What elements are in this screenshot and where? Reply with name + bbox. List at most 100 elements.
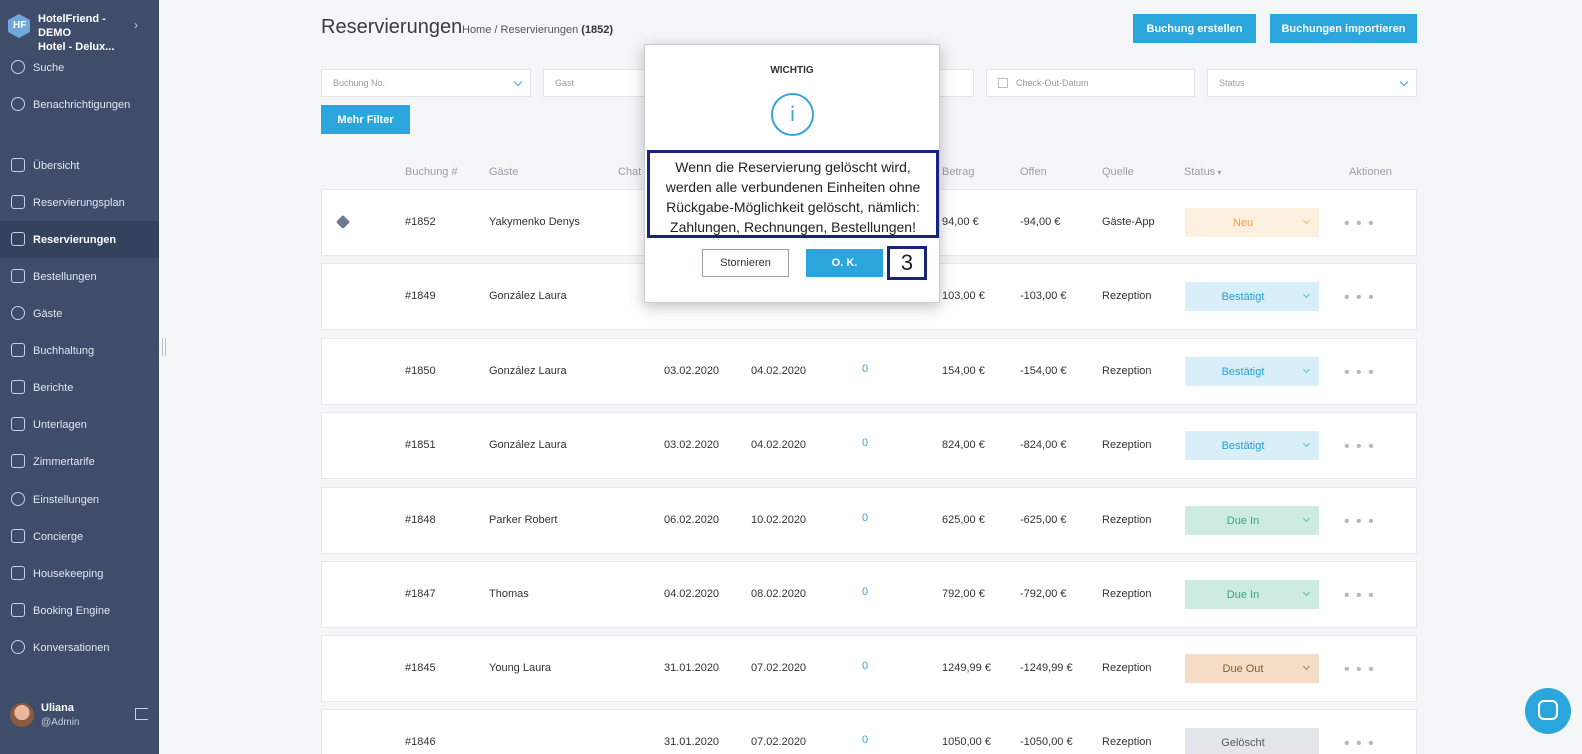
checkout-date: 07.02.2020 (751, 662, 807, 674)
status-select[interactable]: Due Out (1185, 654, 1319, 683)
import-bookings-button[interactable]: Buchungen importieren (1270, 14, 1417, 43)
checkout-date: 04.02.2020 (751, 439, 807, 451)
guest-name[interactable]: González Laura (489, 365, 567, 377)
more-actions-icon[interactable]: • • • (1344, 364, 1375, 382)
sidebar-item-benachrichtigungen[interactable]: Benachrichtigungen (0, 86, 159, 123)
checkin-date-filter[interactable] (938, 69, 974, 97)
browser-icon (11, 603, 25, 617)
clipboard-icon (11, 232, 25, 246)
column-header-guests[interactable]: Gäste (489, 166, 518, 178)
sidebar-item-gäste[interactable]: Gäste (0, 295, 159, 332)
sidebar-item-concierge[interactable]: Concierge (0, 518, 159, 555)
support-chat-button[interactable] (1525, 688, 1571, 734)
booking-id[interactable]: #1849 (405, 290, 436, 302)
booking-id[interactable]: #1847 (405, 588, 436, 600)
more-actions-icon[interactable]: • • • (1344, 438, 1375, 456)
checkout-date-filter[interactable]: Check-Out-Datum (986, 69, 1195, 97)
amount: 94,00 € (942, 216, 979, 228)
sidebar-item-suche[interactable]: Suche (0, 49, 159, 86)
column-header-source[interactable]: Quelle (1102, 166, 1134, 178)
sidebar-item-übersicht[interactable]: Übersicht (0, 147, 159, 184)
status-select[interactable]: Due In (1185, 506, 1319, 535)
sidebar-item-reservierungsplan[interactable]: Reservierungsplan (0, 184, 159, 221)
sidebar-item-berichte[interactable]: Berichte (0, 369, 159, 406)
sidebar-item-bestellungen[interactable]: Bestellungen (0, 258, 159, 295)
booking-id[interactable]: #1852 (405, 216, 436, 228)
sidebar-item-konversationen[interactable]: Konversationen (0, 629, 159, 666)
guest-name[interactable]: González Laura (489, 439, 567, 451)
calculator-icon (11, 343, 25, 357)
create-booking-button[interactable]: Buchung erstellen (1133, 14, 1256, 43)
more-actions-icon[interactable]: • • • (1344, 513, 1375, 531)
booking-id[interactable]: #1850 (405, 365, 436, 377)
sidebar-item-unterlagen[interactable]: Unterlagen (0, 406, 159, 443)
guest-name[interactable]: Yakymenko Denys (489, 216, 580, 228)
chat-count[interactable]: 0 (862, 586, 868, 598)
more-filter-button[interactable]: Mehr Filter (321, 105, 410, 134)
more-actions-icon[interactable]: • • • (1344, 735, 1375, 753)
status-select[interactable]: Gelöscht (1185, 728, 1319, 754)
breadcrumb-home[interactable]: Home (462, 24, 491, 36)
column-header-amount[interactable]: Betrag (942, 166, 974, 178)
table-row[interactable]: #1847 Thomas 04.02.2020 08.02.2020 0 792,00 €… (321, 561, 1417, 628)
source: Rezeption (1102, 662, 1152, 674)
table-row[interactable]: #1846 31.01.2020 07.02.2020 0 1050,00 € -1050… (321, 709, 1417, 754)
status-select[interactable]: Bestätigt (1185, 282, 1319, 311)
cancel-button[interactable]: Stornieren (702, 249, 789, 277)
sidebar-item-housekeeping[interactable]: Housekeeping (0, 555, 159, 592)
status-label: Bestätigt (1221, 290, 1265, 303)
table-row[interactable]: #1850 González Laura 03.02.2020 04.02.2020 0… (321, 338, 1417, 405)
chat-count[interactable]: 0 (862, 437, 868, 449)
breadcrumb-separator: / (494, 24, 498, 36)
chevron-right-icon: › (134, 18, 138, 32)
logout-icon[interactable] (135, 708, 148, 720)
column-header-booking[interactable]: Buchung # (405, 166, 458, 178)
sidebar-item-label: Konversationen (33, 641, 110, 654)
chat-count[interactable]: 0 (862, 512, 868, 524)
guest-name[interactable]: Parker Robert (489, 514, 557, 526)
checkout-date: 07.02.2020 (751, 736, 807, 748)
guest-filter[interactable]: Gast (543, 69, 653, 97)
chat-count[interactable]: 0 (862, 734, 868, 746)
guest-name[interactable]: Young Laura (489, 662, 551, 674)
booking-id[interactable]: #1846 (405, 736, 436, 748)
table-row[interactable]: #1851 González Laura 03.02.2020 04.02.2020 0… (321, 412, 1417, 479)
sidebar-item-booking-engine[interactable]: Booking Engine (0, 592, 159, 629)
sidebar-item-buchhaltung[interactable]: Buchhaltung (0, 332, 159, 369)
hotel-switcher[interactable]: HF HotelFriend - DEMO Hotel - Delux... › (0, 0, 159, 53)
chat-count[interactable]: 0 (862, 363, 868, 375)
info-icon: i (771, 93, 814, 136)
sidebar-item-einstellungen[interactable]: Einstellungen (0, 481, 159, 518)
column-header-open[interactable]: Offen (1020, 166, 1047, 178)
status-filter[interactable]: Status (1207, 69, 1417, 97)
status-placeholder: Status (1219, 78, 1245, 88)
status-select[interactable]: Due In (1185, 580, 1319, 609)
source: Rezeption (1102, 365, 1152, 377)
guest-name[interactable]: Thomas (489, 588, 529, 600)
sidebar-resize-handle[interactable] (162, 338, 166, 356)
chat-count[interactable]: 0 (862, 660, 868, 672)
booking-id[interactable]: #1851 (405, 439, 436, 451)
status-select[interactable]: Bestätigt (1185, 357, 1319, 386)
sidebar-item-label: Benachrichtigungen (33, 98, 131, 111)
more-actions-icon[interactable]: • • • (1344, 587, 1375, 605)
chevron-down-icon (1302, 588, 1311, 597)
ok-button[interactable]: O. K. (806, 249, 883, 277)
sidebar-item-zimmertarife[interactable]: Zimmertarife (0, 443, 159, 480)
table-row[interactable]: #1848 Parker Robert 06.02.2020 10.02.2020 0 6… (321, 487, 1417, 554)
sidebar-item-reservierungen[interactable]: Reservierungen (0, 221, 159, 258)
more-actions-icon[interactable]: • • • (1344, 289, 1375, 307)
status-select[interactable]: Neu (1185, 208, 1319, 237)
document-icon (11, 380, 25, 394)
column-header-status[interactable]: Status ▾ (1184, 166, 1221, 178)
user-name: Uliana (41, 702, 75, 714)
booking-id[interactable]: #1848 (405, 514, 436, 526)
guest-name[interactable]: González Laura (489, 290, 567, 302)
booking-id[interactable]: #1845 (405, 662, 436, 674)
avatar[interactable] (10, 703, 34, 727)
more-actions-icon[interactable]: • • • (1344, 215, 1375, 233)
status-select[interactable]: Bestätigt (1185, 431, 1319, 460)
booking-no-filter[interactable]: Buchung No. (321, 69, 531, 97)
more-actions-icon[interactable]: • • • (1344, 661, 1375, 679)
table-row[interactable]: #1845 Young Laura 31.01.2020 07.02.2020 0 124… (321, 635, 1417, 702)
